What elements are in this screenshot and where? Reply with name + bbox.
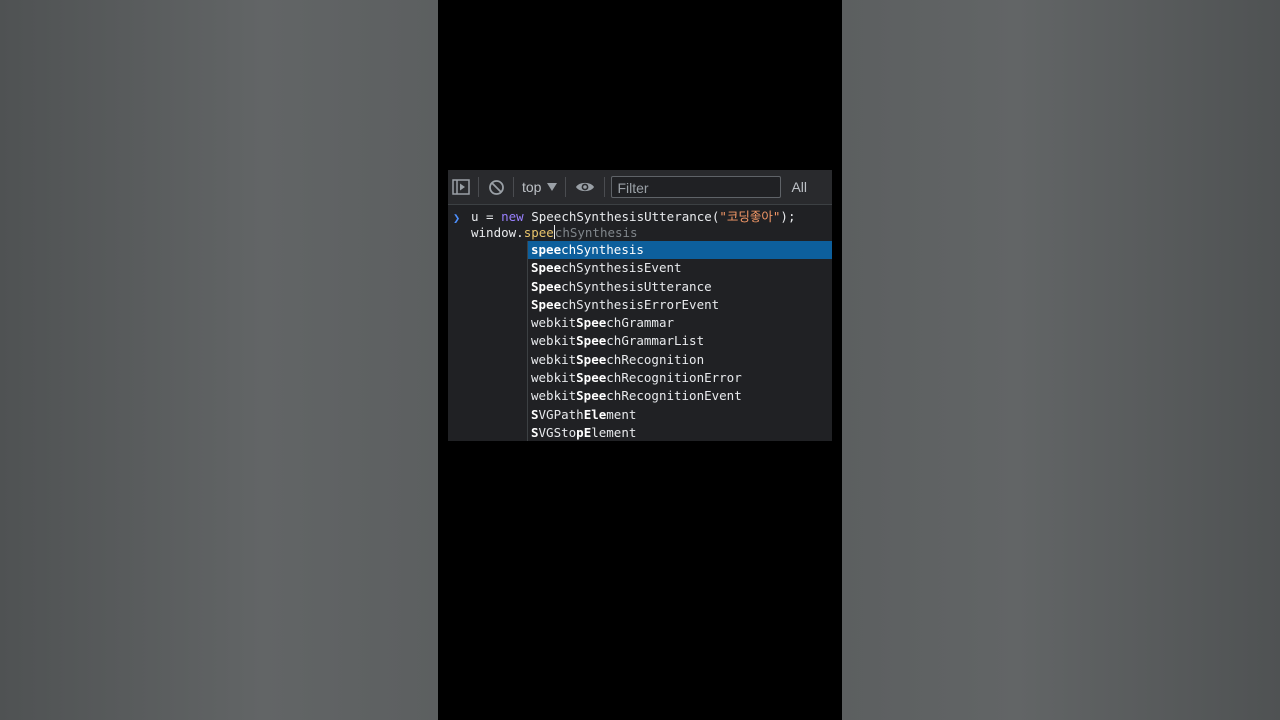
- suggestion-text: VGSto: [538, 424, 577, 440]
- suggestion-match-text: Spee: [576, 333, 607, 349]
- prompt-chevron-icon: ❯: [453, 211, 461, 225]
- console-toolbar: top Filter All: [448, 170, 832, 205]
- autocomplete-item[interactable]: SpeechSynthesisEvent: [528, 259, 832, 277]
- log-levels-dropdown[interactable]: All: [791, 179, 807, 195]
- dropdown-arrow-icon: [547, 183, 558, 191]
- suggestion-text: chSynthesisErrorEvent: [561, 296, 720, 312]
- suggestion-text: chGrammar: [606, 315, 674, 331]
- suggestion-text: chSynthesis: [561, 242, 644, 257]
- code-keyword: new: [501, 209, 524, 224]
- suggestion-match-text: Spee: [576, 388, 607, 404]
- autocomplete-item[interactable]: SVGPathElement: [528, 406, 832, 424]
- code-text: window.: [471, 225, 524, 240]
- background-right: [842, 0, 1280, 720]
- toolbar-divider: [513, 177, 514, 197]
- suggestion-text: chRecognition: [606, 351, 705, 367]
- suggestion-match-text: Spee: [576, 370, 607, 386]
- suggestion-match-text: Ele: [583, 406, 607, 422]
- suggestion-text: webkit: [531, 370, 577, 386]
- code-text: SpeechSynthesisUtterance(: [523, 209, 720, 224]
- suggestion-text: ment: [606, 406, 637, 422]
- suggestion-match-text: S: [531, 406, 539, 422]
- autocomplete-item[interactable]: webkitSpeechGrammarList: [528, 332, 832, 350]
- toolbar-divider: [604, 177, 606, 197]
- autocomplete-item[interactable]: webkitSpeechRecognitionError: [528, 369, 832, 387]
- suggestion-text: chGrammarList: [606, 333, 705, 349]
- suggestion-match-text: Spee: [576, 315, 607, 331]
- code-string: "코딩좋아": [719, 209, 781, 224]
- filter-placeholder: Filter: [617, 180, 649, 196]
- context-label: top: [522, 179, 542, 195]
- suggestion-match-text: pE: [576, 424, 592, 440]
- autocomplete-item[interactable]: webkitSpeechRecognition: [528, 351, 832, 369]
- autocomplete-suggestion-list: speechSynthesis SpeechSynthesisEvent Speec…: [527, 241, 832, 441]
- suggestion-text: chRecognitionEvent: [606, 388, 742, 404]
- autocomplete-item[interactable]: SVGStopElement: [528, 424, 832, 441]
- suggestion-text: chRecognitionError: [606, 370, 742, 386]
- background-left: [0, 0, 438, 720]
- suggestion-match-text: S: [531, 424, 539, 440]
- filter-input[interactable]: Filter: [611, 176, 782, 198]
- suggestion-match-text: Spee: [576, 351, 607, 367]
- suggestion-text: webkit: [531, 333, 577, 349]
- suggestion-match-text: Spee: [531, 296, 562, 312]
- code-line-2: window.speechSynthesis: [471, 225, 638, 241]
- suggestion-text: lement: [591, 424, 637, 440]
- toolbar-divider: [565, 177, 567, 197]
- autocomplete-item[interactable]: speechSynthesis: [528, 241, 832, 260]
- suggestion-match-text: Spee: [531, 278, 562, 294]
- autocomplete-item[interactable]: webkitSpeechGrammar: [528, 314, 832, 332]
- clear-console-icon[interactable]: [487, 178, 505, 196]
- suggestion-text: webkit: [531, 351, 577, 367]
- autocomplete-item[interactable]: SpeechSynthesisErrorEvent: [528, 296, 832, 314]
- suggestion-text: chSynthesisEvent: [561, 260, 682, 276]
- suggestion-match-text: spee: [531, 242, 562, 257]
- suggestion-text: chSynthesisUtterance: [561, 278, 712, 294]
- sidebar-toggle-icon[interactable]: [452, 178, 470, 196]
- code-text: u =: [471, 209, 502, 224]
- suggestion-text: webkit: [531, 388, 577, 404]
- suggestion-match-text: Spee: [531, 260, 562, 276]
- autocomplete-item[interactable]: webkitSpeechRecognitionEvent: [528, 387, 832, 405]
- toolbar-divider: [478, 177, 479, 197]
- autocomplete-hint: chSynthesis: [554, 225, 638, 240]
- code-line-1: u = new SpeechSynthesisUtterance("코딩좋아")…: [471, 209, 795, 225]
- context-selector[interactable]: top: [522, 179, 558, 195]
- devtools-console-panel: top Filter All ❯ u = new SpeechSynthesis…: [448, 170, 832, 441]
- autocomplete-item[interactable]: SpeechSynthesisUtterance: [528, 278, 832, 296]
- suggestion-text: VGPath: [538, 406, 584, 422]
- eye-icon[interactable]: [574, 178, 596, 196]
- suggestion-text: webkit: [531, 315, 577, 331]
- typed-text: spee: [523, 225, 554, 240]
- code-text: );: [780, 209, 796, 224]
